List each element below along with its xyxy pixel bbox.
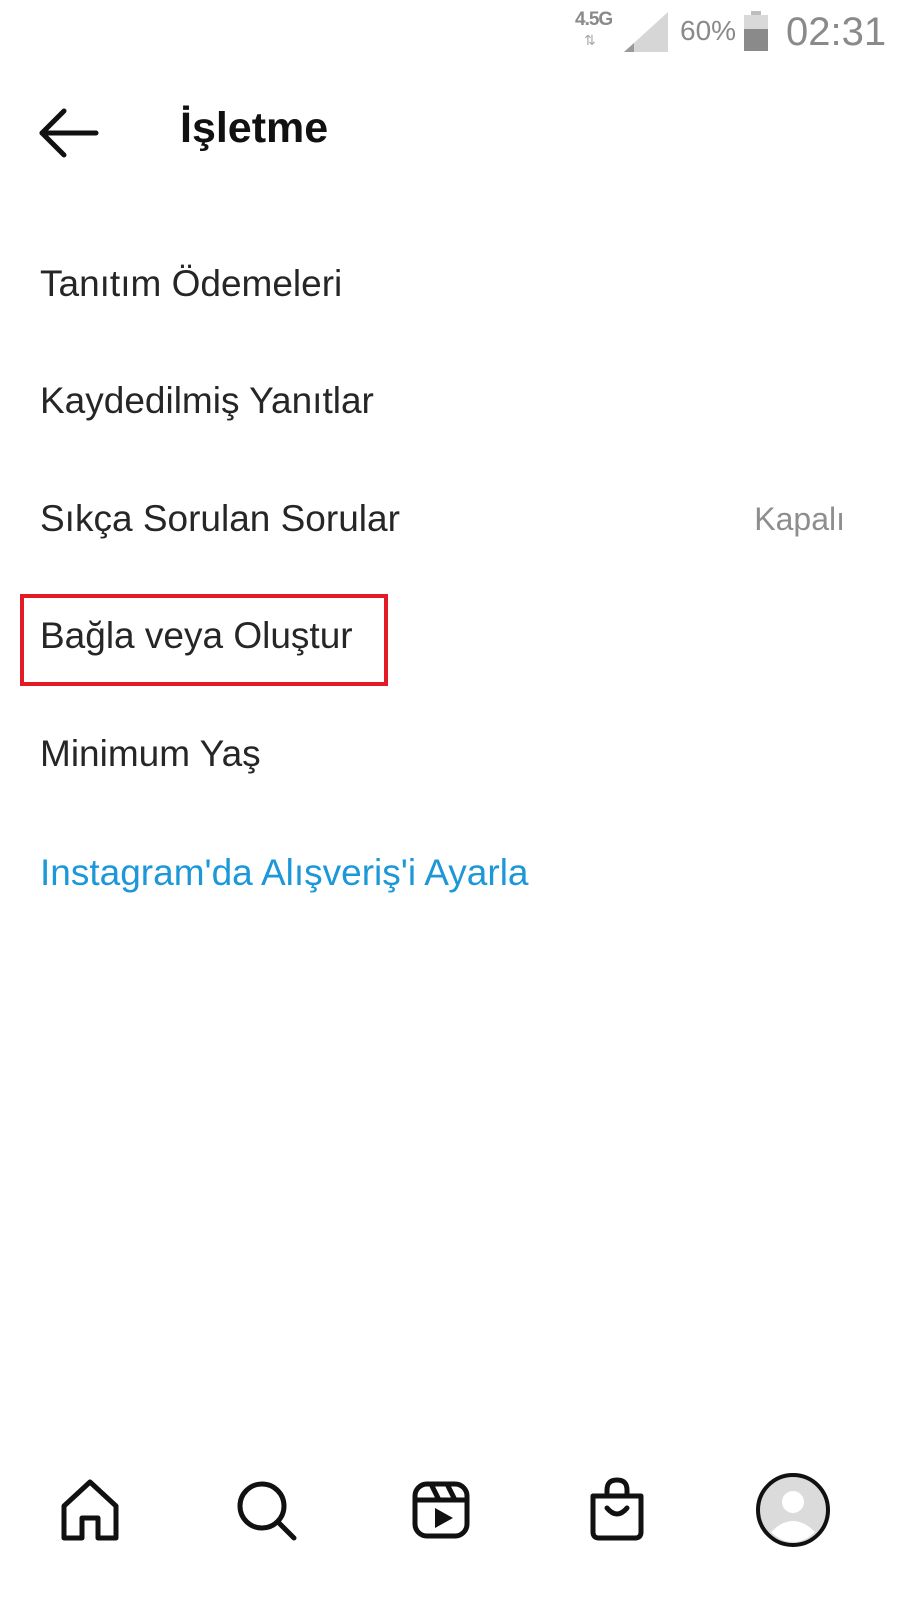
faq-status-value: Kapalı bbox=[754, 501, 845, 537]
nav-search-button[interactable] bbox=[228, 1472, 304, 1548]
search-icon bbox=[237, 1481, 297, 1541]
shop-icon bbox=[590, 1477, 644, 1541]
menu-item-saved-replies[interactable]: Kaydedilmiş Yanıtlar bbox=[40, 361, 859, 441]
page-title: İşletme bbox=[180, 104, 329, 152]
status-bar: 4.5G ⇅ 60% 02:31 bbox=[0, 0, 899, 64]
menu-item-label: Sıkça Sorulan Sorular bbox=[40, 498, 400, 539]
setup-shopping-link-label: Instagram'da Alışveriş'i Ayarla bbox=[40, 852, 529, 893]
profile-avatar-icon bbox=[756, 1473, 830, 1547]
signal-strength-icon bbox=[624, 12, 668, 52]
nav-profile-button[interactable] bbox=[755, 1472, 831, 1548]
bottom-nav bbox=[0, 1460, 899, 1560]
battery-icon bbox=[744, 11, 768, 51]
menu-item-promotion-payments[interactable]: Tanıtım Ödemeleri bbox=[40, 244, 859, 324]
setup-shopping-link[interactable]: Instagram'da Alışveriş'i Ayarla bbox=[40, 833, 859, 913]
network-activity-icon: ⇅ bbox=[584, 32, 596, 48]
menu-item-label: Bağla veya Oluştur bbox=[40, 615, 353, 656]
reels-icon bbox=[412, 1481, 470, 1539]
back-button[interactable] bbox=[34, 106, 104, 160]
nav-reels-button[interactable] bbox=[403, 1472, 479, 1548]
menu-item-label: Kaydedilmiş Yanıtlar bbox=[40, 380, 374, 421]
menu-item-faq[interactable]: Sıkça Sorulan Sorular Kapalı bbox=[40, 479, 859, 559]
home-icon bbox=[61, 1479, 119, 1541]
nav-home-button[interactable] bbox=[52, 1472, 128, 1548]
nav-shop-button[interactable] bbox=[579, 1472, 655, 1548]
menu-item-minimum-age[interactable]: Minimum Yaş bbox=[40, 714, 859, 794]
header: İşletme bbox=[0, 90, 899, 170]
menu-item-label: Tanıtım Ödemeleri bbox=[40, 263, 343, 304]
network-type: 4.5G bbox=[575, 9, 613, 30]
menu-item-label: Minimum Yaş bbox=[40, 733, 261, 774]
menu-item-connect-or-create[interactable]: Bağla veya Oluştur bbox=[40, 596, 859, 676]
clock: 02:31 bbox=[786, 10, 887, 54]
battery-percent: 60% bbox=[680, 15, 737, 46]
arrow-left-icon bbox=[39, 108, 99, 158]
